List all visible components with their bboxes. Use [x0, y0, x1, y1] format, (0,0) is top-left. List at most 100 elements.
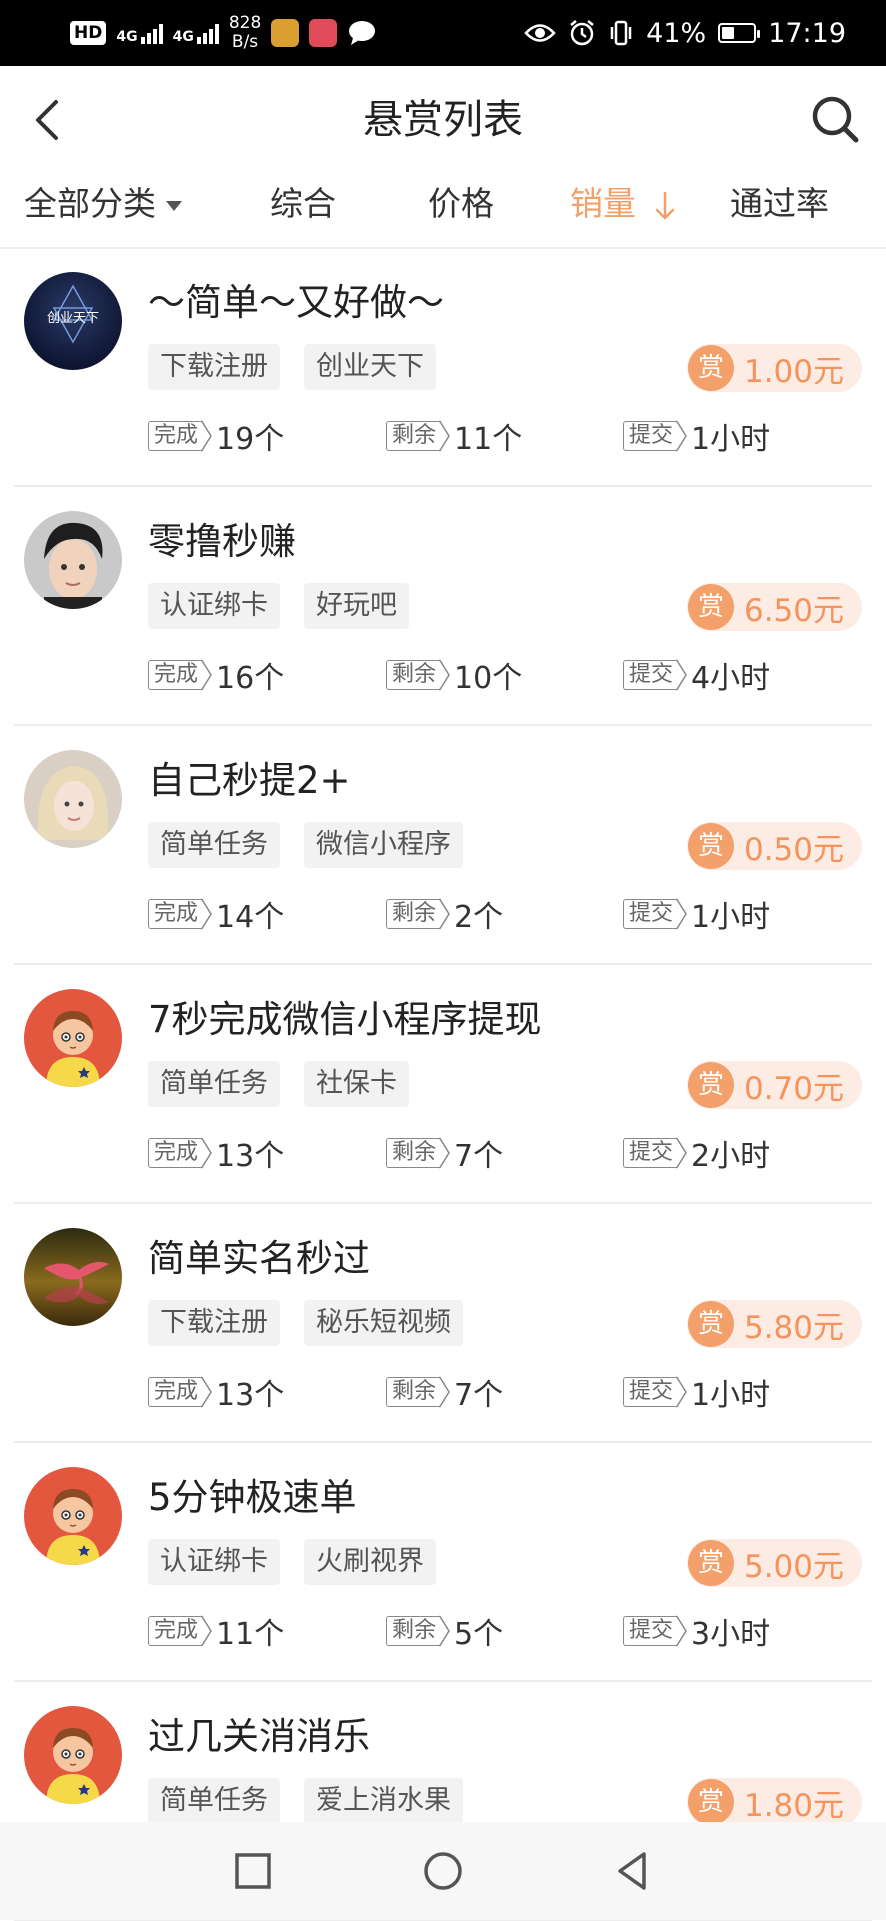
battery-icon	[718, 23, 761, 43]
remaining-label: 剩余	[386, 1616, 440, 1646]
reward-pill: 赏 1.00元	[686, 344, 862, 392]
done-value: 14个	[216, 900, 285, 935]
task-tag: 微信小程序	[304, 822, 463, 868]
reward-amount: 0.50元	[743, 831, 844, 868]
sort-sales[interactable]: 销量	[570, 174, 677, 234]
sort-composite[interactable]: 综合	[270, 174, 336, 234]
task-tag: 简单任务	[148, 822, 280, 868]
remaining-label: 剩余	[386, 1377, 440, 1407]
category-dropdown[interactable]: 全部分类	[24, 174, 182, 234]
task-card[interactable]: 简单实名秒过 下载注册 秘乐短视频 赏 5.80元 完成 13个 剩余 7个 提交 1小时	[0, 1204, 886, 1443]
remaining-tag: 剩余	[386, 1376, 450, 1408]
task-title: 5分钟极速单	[148, 1476, 357, 1519]
stat-remaining: 剩余 2个	[386, 892, 503, 936]
submit-value: 2小时	[691, 1139, 771, 1174]
task-avatar	[24, 1706, 122, 1804]
submit-label: 提交	[623, 660, 677, 690]
task-card[interactable]: 零撸秒赚认证绑卡 好玩吧 赏 6.50元完成 16个 剩余 10个 提交 4小时	[0, 487, 886, 726]
stat-done: 完成 16个	[148, 653, 284, 697]
done-tag: 完成	[148, 898, 212, 930]
task-card[interactable]: 自己秒提2+ 简单任务 微信小程序 赏 0.50元完成 14个 剩余 2个 提交 1小时	[0, 726, 886, 965]
reward-pill: 赏 5.80元	[686, 1300, 862, 1348]
stat-done: 完成 14个	[148, 892, 284, 936]
remaining-value: 10个	[454, 661, 523, 696]
remaining-value: 7个	[454, 1139, 504, 1174]
task-card[interactable]: 7秒完成微信小程序提现 简单任务 社保卡 赏 0.70元 完成 13个 剩余 7个 提交 2小时	[0, 965, 886, 1204]
task-tag: 火刷视界	[304, 1539, 436, 1585]
hd-indicator: HD	[70, 21, 107, 45]
remaining-label: 剩余	[386, 421, 440, 451]
stat-done: 完成 19个	[148, 414, 284, 458]
submit-label: 提交	[623, 1138, 677, 1168]
task-avatar	[24, 1228, 122, 1326]
header: 悬赏列表	[0, 66, 886, 174]
remaining-label: 剩余	[386, 899, 440, 929]
reward-amount: 0.70元	[743, 1070, 844, 1107]
task-tag: 秘乐短视频	[304, 1300, 463, 1346]
task-title: 过几关消消乐	[148, 1715, 370, 1758]
stat-submit: 提交 4小时	[623, 653, 770, 697]
category-label: 全部分类	[24, 184, 156, 223]
back-arrow-icon[interactable]	[22, 90, 82, 150]
submit-value: 3小时	[691, 1617, 771, 1652]
reward-pill: 赏 0.70元	[686, 1061, 862, 1109]
task-tags: 认证绑卡 好玩吧	[148, 583, 409, 629]
submit-value: 4小时	[691, 661, 771, 696]
done-tag: 完成	[148, 659, 212, 691]
submit-tag: 提交	[623, 1137, 687, 1169]
done-tag: 完成	[148, 1137, 212, 1169]
remaining-tag: 剩余	[386, 1137, 450, 1169]
remaining-value: 5个	[454, 1617, 504, 1652]
done-tag: 完成	[148, 1376, 212, 1408]
done-value: 13个	[216, 1378, 285, 1413]
done-tag: 完成	[148, 1615, 212, 1647]
task-tag: 下载注册	[148, 1300, 280, 1346]
remaining-value: 7个	[454, 1378, 504, 1413]
chat-icon	[349, 21, 376, 45]
task-stats: 完成 19个 剩余 11个 提交 1小时	[148, 414, 868, 457]
battery-percent: 41%	[646, 17, 707, 49]
remaining-label: 剩余	[386, 1138, 440, 1168]
stat-done: 完成 11个	[148, 1609, 284, 1653]
task-tags: 简单任务 爱上消水果	[148, 1778, 463, 1824]
done-label: 完成	[148, 1616, 202, 1646]
network-type-2: 4G	[172, 29, 194, 45]
back-icon[interactable]	[608, 1846, 658, 1896]
done-value: 16个	[216, 661, 285, 696]
vibrate-icon	[610, 20, 632, 46]
stat-submit: 提交 1小时	[623, 1370, 770, 1414]
submit-tag: 提交	[623, 898, 687, 930]
page-title: 悬赏列表	[363, 97, 523, 143]
remaining-tag: 剩余	[386, 659, 450, 691]
network-speed: 828 B/s	[229, 14, 261, 52]
task-title: 自己秒提2+	[148, 759, 351, 802]
reward-pill: 赏 6.50元	[686, 583, 862, 631]
submit-value: 1小时	[691, 900, 771, 935]
done-label: 完成	[148, 660, 202, 690]
reward-pill: 赏 0.50元	[686, 822, 862, 870]
done-tag: 完成	[148, 420, 212, 452]
network-type-1: 4G	[116, 29, 138, 45]
submit-label: 提交	[623, 899, 677, 929]
task-title: 零撸秒赚	[148, 520, 296, 563]
task-avatar	[24, 511, 122, 609]
task-card[interactable]: 5分钟极速单 认证绑卡 火刷视界 赏 5.00元 完成 11个 剩余 5个 提交 3小时	[0, 1443, 886, 1682]
task-card[interactable]: 创业天下 ～简单～又好做～ 下载注册 创业天下赏 1.00元 完成 19个 剩余 11个 提交 1小…	[0, 248, 886, 487]
task-tag: 简单任务	[148, 1778, 280, 1824]
submit-tag: 提交	[623, 420, 687, 452]
search-icon[interactable]	[806, 90, 866, 150]
remaining-tag: 剩余	[386, 420, 450, 452]
clock: 17:19	[768, 17, 846, 49]
avatar-brand-text: 创业天下	[47, 311, 99, 326]
task-stats: 完成 14个 剩余 2个 提交 1小时	[148, 892, 868, 935]
home-icon[interactable]	[418, 1846, 468, 1896]
stat-remaining: 剩余 7个	[386, 1131, 503, 1175]
sort-pass-rate[interactable]: 通过率	[730, 174, 829, 234]
reward-badge-icon: 赏	[687, 1301, 734, 1347]
recent-apps-icon[interactable]	[228, 1846, 278, 1896]
sort-price[interactable]: 价格	[428, 174, 494, 234]
reward-amount: 5.80元	[743, 1309, 844, 1346]
status-bar: HD 4G 4G 828 B/s 41% 17:19	[0, 0, 886, 66]
task-tag: 简单任务	[148, 1061, 280, 1107]
task-tag: 爱上消水果	[304, 1778, 463, 1824]
